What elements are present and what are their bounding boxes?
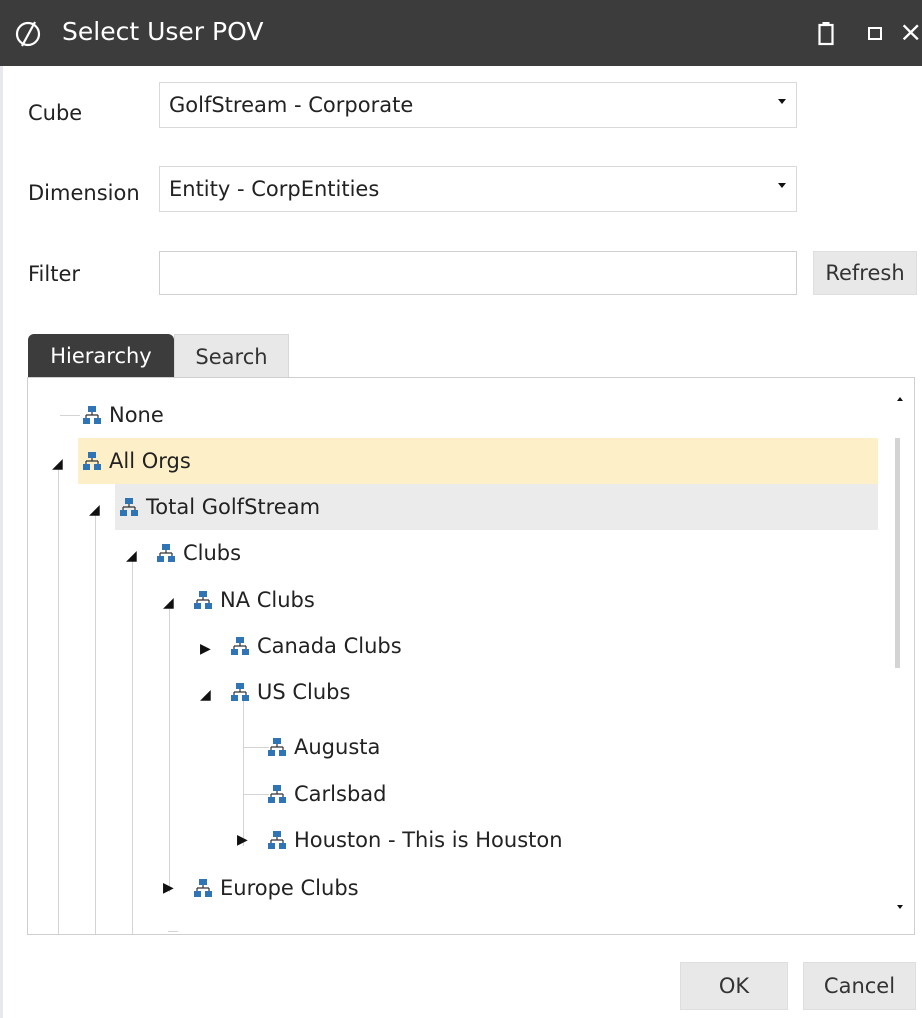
hierarchy-tree[interactable]: None ◢ All Orgs ◢ Total GolfStream ◢ Clu… bbox=[27, 377, 915, 935]
chevron-down-icon bbox=[778, 99, 786, 104]
maximize-icon[interactable] bbox=[868, 27, 882, 40]
tree-connector-line bbox=[95, 510, 96, 934]
hierarchy-node-icon bbox=[194, 591, 212, 609]
chevron-down-icon bbox=[778, 183, 786, 188]
dimension-label: Dimension bbox=[28, 181, 140, 205]
tree-connector-line bbox=[169, 602, 170, 892]
hierarchy-node-icon bbox=[268, 831, 286, 849]
tree-node[interactable]: All Orgs bbox=[78, 438, 878, 484]
filter-label: Filter bbox=[28, 262, 81, 286]
tree-connector-line bbox=[243, 696, 244, 846]
vertical-scrollbar[interactable] bbox=[895, 438, 900, 668]
tree-node[interactable]: Augusta bbox=[263, 724, 823, 770]
tree-connector-line bbox=[60, 415, 80, 416]
hierarchy-node-icon bbox=[120, 498, 138, 516]
expand-arrow-icon[interactable]: ▶ bbox=[237, 830, 248, 850]
tree-node[interactable]: Europe Clubs bbox=[189, 865, 789, 911]
hierarchy-node-icon bbox=[83, 406, 101, 424]
tree-node[interactable]: None bbox=[78, 392, 878, 438]
hierarchy-node-icon bbox=[157, 544, 175, 562]
tree-connector-line bbox=[58, 464, 59, 934]
tree-node-label: All Orgs bbox=[109, 449, 191, 473]
tree-node[interactable]: US Clubs bbox=[226, 669, 826, 715]
onestream-logo-icon bbox=[15, 21, 41, 47]
tree-node[interactable]: Clubs bbox=[152, 530, 852, 576]
expand-arrow-icon[interactable]: ◢ bbox=[163, 593, 174, 613]
expand-arrow-icon[interactable]: ◢ bbox=[89, 500, 100, 520]
ok-button[interactable]: OK bbox=[680, 962, 788, 1010]
tree-node-label: Total GolfStream bbox=[146, 495, 321, 519]
close-icon[interactable]: × bbox=[899, 16, 922, 48]
hierarchy-node-icon bbox=[231, 637, 249, 655]
window-left-edge bbox=[0, 66, 3, 1018]
dimension-select-value: Entity - CorpEntities bbox=[169, 177, 380, 201]
tab-search[interactable]: Search bbox=[174, 334, 289, 378]
tree-node[interactable]: Houston - This is Houston bbox=[263, 817, 823, 863]
cube-label: Cube bbox=[28, 101, 83, 125]
dimension-select[interactable]: Entity - CorpEntities bbox=[159, 166, 797, 212]
scroll-up-arrow-icon[interactable] bbox=[897, 397, 903, 401]
tree-node-label: US Clubs bbox=[257, 680, 351, 704]
tree-node[interactable]: Canada Clubs bbox=[226, 623, 826, 669]
hierarchy-node-icon bbox=[194, 879, 212, 897]
expand-arrow-icon[interactable]: ▶ bbox=[163, 878, 174, 898]
cancel-button[interactable]: Cancel bbox=[803, 962, 916, 1010]
hierarchy-node-icon bbox=[231, 683, 249, 701]
tree-node-label: Houston - This is Houston bbox=[294, 828, 563, 852]
clipboard-icon[interactable] bbox=[818, 20, 834, 46]
expand-arrow-icon[interactable]: ◢ bbox=[200, 685, 211, 705]
title-bar: Select User POV × bbox=[0, 0, 922, 66]
tree-node-label: Clubs bbox=[183, 541, 242, 565]
tree-node-label: Canada Clubs bbox=[257, 634, 402, 658]
tree-node[interactable]: NA Clubs bbox=[189, 577, 839, 623]
hierarchy-node-icon bbox=[268, 785, 286, 803]
tree-connector-line bbox=[168, 931, 178, 932]
expand-arrow-icon[interactable]: ◢ bbox=[52, 454, 63, 474]
hierarchy-node-icon bbox=[83, 452, 101, 470]
tree-node-label: None bbox=[109, 403, 164, 427]
tree-node-label: Augusta bbox=[294, 735, 381, 759]
tree-node-label: NA Clubs bbox=[220, 588, 315, 612]
refresh-button[interactable]: Refresh bbox=[813, 251, 917, 295]
cube-select[interactable]: GolfStream - Corporate bbox=[159, 82, 797, 128]
tree-node[interactable]: Carlsbad bbox=[263, 771, 823, 817]
cube-select-value: GolfStream - Corporate bbox=[169, 93, 414, 117]
tab-hierarchy[interactable]: Hierarchy bbox=[28, 334, 174, 378]
expand-arrow-icon[interactable]: ◢ bbox=[126, 546, 137, 566]
scroll-down-arrow-icon[interactable] bbox=[897, 905, 903, 909]
tree-node[interactable]: Total GolfStream bbox=[115, 484, 878, 530]
filter-input[interactable] bbox=[159, 251, 797, 295]
hierarchy-node-icon bbox=[268, 738, 286, 756]
window-title: Select User POV bbox=[62, 17, 264, 46]
expand-arrow-icon[interactable]: ▶ bbox=[200, 639, 211, 659]
tree-node-label: Carlsbad bbox=[294, 782, 387, 806]
tree-node-label: Europe Clubs bbox=[220, 876, 359, 900]
tree-connector-line bbox=[132, 556, 133, 934]
